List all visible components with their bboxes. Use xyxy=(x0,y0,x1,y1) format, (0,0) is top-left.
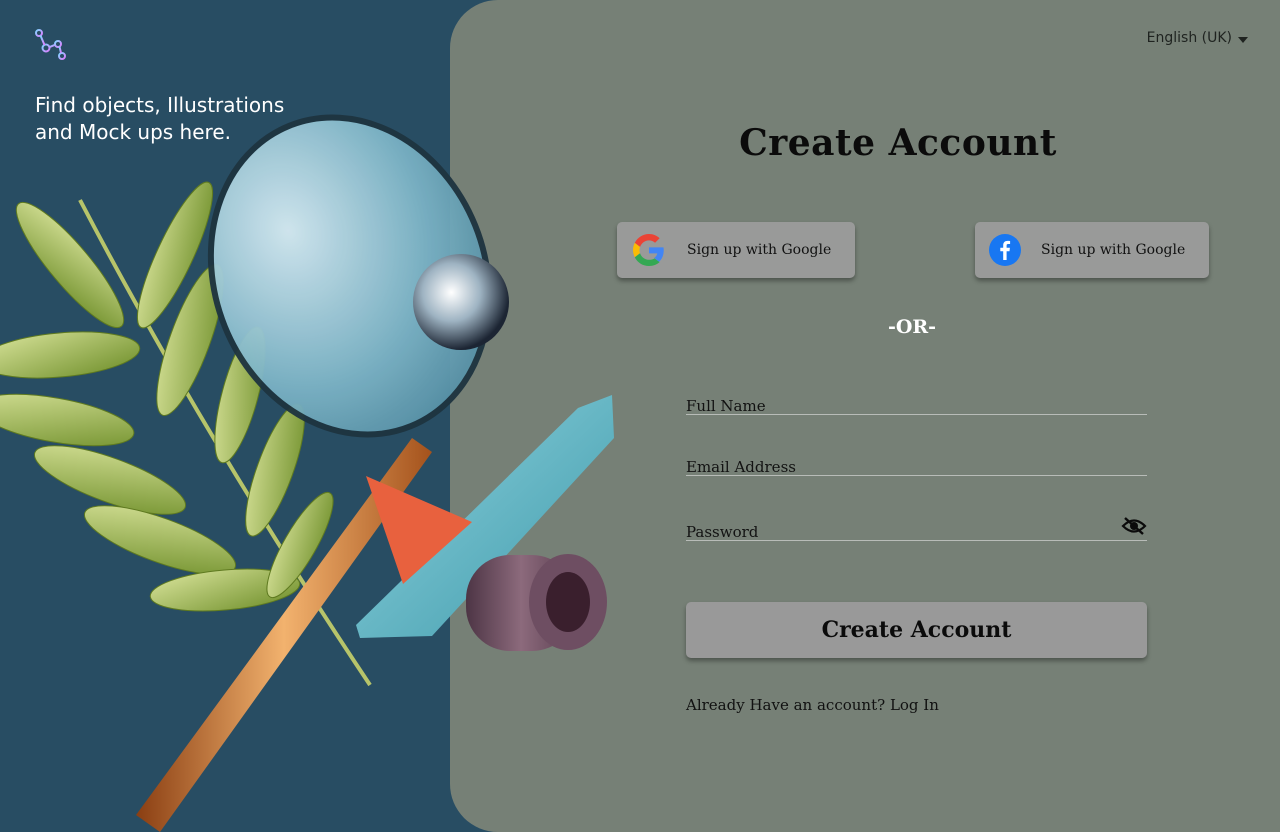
facebook-signup-label: Sign up with Google xyxy=(1041,242,1186,258)
password-input[interactable] xyxy=(686,515,1101,540)
eye-slash-icon[interactable] xyxy=(1121,515,1147,537)
password-field[interactable]: Password xyxy=(686,515,1147,541)
create-account-button[interactable]: Create Account xyxy=(686,602,1147,658)
language-label: English (UK) xyxy=(1146,30,1232,46)
full-name-input[interactable] xyxy=(686,389,1147,414)
login-link[interactable]: Log In xyxy=(890,696,939,714)
full-name-field[interactable]: Full Name xyxy=(686,389,1147,415)
facebook-signup-button[interactable]: Sign up with Google xyxy=(975,222,1209,278)
google-signup-label: Sign up with Google xyxy=(687,242,832,258)
hero-tagline: Find objects, Illustrations and Mock ups… xyxy=(35,93,285,144)
language-selector[interactable]: English (UK) xyxy=(1147,30,1248,46)
glass-sphere xyxy=(413,254,509,350)
google-signup-button[interactable]: Sign up with Google xyxy=(617,222,855,278)
email-input[interactable] xyxy=(686,450,1147,475)
facebook-f-icon xyxy=(989,234,1021,266)
login-prompt: Already Have an account? Log In xyxy=(686,696,939,714)
purple-cylinder xyxy=(466,554,607,651)
login-prompt-text: Already Have an account? xyxy=(686,696,886,714)
caret-down-icon xyxy=(1238,36,1248,43)
email-field[interactable]: Email Address xyxy=(686,450,1147,476)
